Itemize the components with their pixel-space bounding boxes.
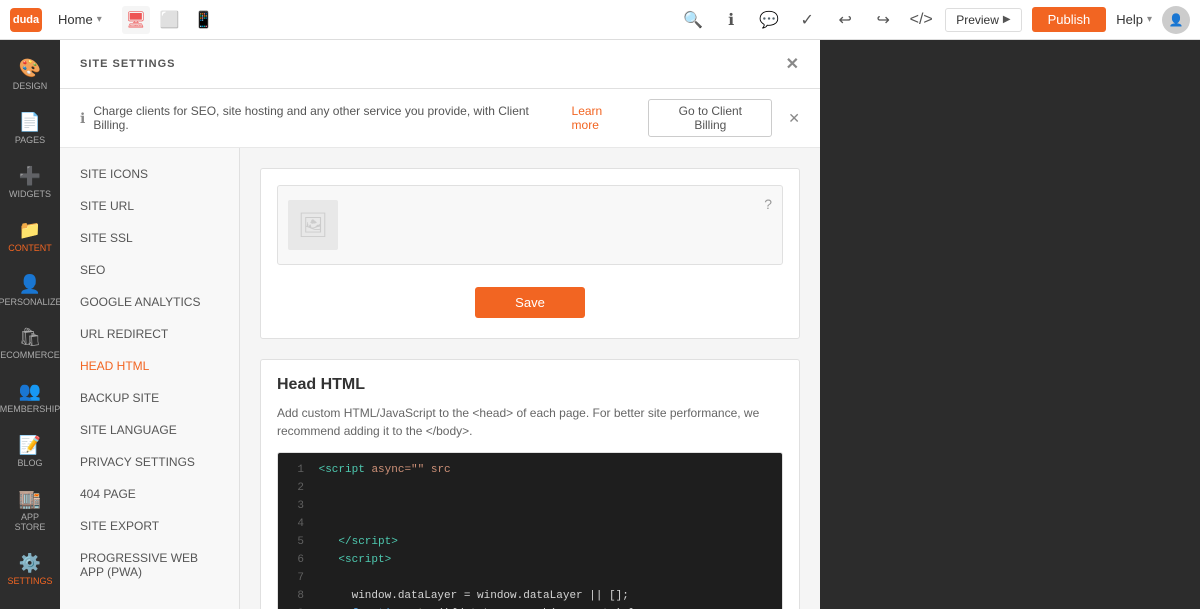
topbar: duda Home ▾ 🖥 ⬜ 📱 🔍 ℹ 💬 ✓ ↩ ↪ </> Previe…: [0, 0, 1200, 40]
nav-backup-site[interactable]: BACKUP SITE: [60, 382, 239, 414]
redo-icon[interactable]: ↪: [869, 6, 897, 34]
learn-more-link[interactable]: Learn more: [572, 104, 633, 132]
head-html-section: Head HTML Add custom HTML/JavaScript to …: [260, 359, 800, 609]
mobile-icon[interactable]: 📱: [190, 6, 218, 34]
main-layout: 🎨 DESIGN 📄 PAGES ➕ WIDGETS 📁 CONTENT 👤 P…: [0, 40, 1200, 609]
nav-site-ssl[interactable]: SITE SSL: [60, 222, 239, 254]
blog-icon: 📝: [19, 435, 41, 456]
nav-site-url[interactable]: SITE URL: [60, 190, 239, 222]
settings-panel: SITE SETTINGS ✕ ℹ Charge clients for SEO…: [60, 40, 820, 609]
content-icon: 📁: [19, 220, 41, 241]
help-chevron-icon: ▾: [1147, 14, 1152, 25]
panel-area: SITE SETTINGS ✕ ℹ Charge clients for SEO…: [60, 40, 820, 609]
sidebar-item-appstore-label: APP STORE: [7, 513, 53, 533]
sidebar-item-ecommerce-label: ECOMMERCE: [0, 351, 60, 361]
sidebar-item-widgets[interactable]: ➕ WIDGETS: [3, 158, 57, 208]
home-dropdown[interactable]: Home ▾: [50, 8, 110, 31]
line-numbers: 12345 678910 1112131415 1617181920 21222…: [278, 453, 308, 609]
settings-main: 🖼 ? Save Head HTML Add custom HTML/JavaS…: [240, 148, 820, 609]
site-icons-save-row: Save: [277, 277, 783, 322]
preview-button[interactable]: Preview ▶: [945, 8, 1021, 32]
duda-logo: duda: [10, 8, 42, 32]
nav-pwa[interactable]: PROGRESSIVE WEB APP (PWA): [60, 542, 239, 588]
sidebar-item-blog-label: BLOG: [17, 459, 42, 469]
home-label: Home: [58, 12, 93, 27]
tablet-icon[interactable]: ⬜: [156, 6, 184, 34]
code-icon[interactable]: </>: [907, 6, 935, 34]
personalize-icon: 👤: [19, 274, 41, 295]
info-icon[interactable]: ℹ: [717, 6, 745, 34]
ecommerce-icon: 🛍: [19, 327, 42, 348]
sidebar-item-blog[interactable]: 📝 BLOG: [3, 427, 57, 477]
code-content[interactable]: <script async="" src </script> <script> …: [308, 453, 782, 609]
sidebar-item-personalize[interactable]: 👤 PERSONALIZE: [3, 266, 57, 316]
sidebar-item-design[interactable]: 🎨 DESIGN: [3, 50, 57, 100]
avatar[interactable]: 👤: [1162, 6, 1190, 34]
settings-content: SITE ICONS SITE URL SITE SSL SEO GOOGLE …: [60, 148, 820, 609]
settings-close-icon[interactable]: ✕: [786, 54, 800, 74]
banner-close-icon[interactable]: ✕: [788, 110, 800, 127]
icon-preview-area: 🖼 ?: [277, 185, 783, 265]
billing-info-icon: ℹ: [80, 110, 85, 127]
pages-icon: 📄: [19, 112, 41, 133]
nav-url-redirect[interactable]: URL REDIRECT: [60, 318, 239, 350]
play-icon: ▶: [1003, 14, 1011, 25]
search-icon[interactable]: 🔍: [679, 6, 707, 34]
design-icon: 🎨: [19, 58, 41, 79]
sidebar-item-settings[interactable]: ⚙️ SETTINGS: [3, 545, 57, 595]
sidebar-item-design-label: DESIGN: [13, 82, 48, 92]
help-question-icon[interactable]: ?: [764, 196, 772, 212]
left-sidebar: 🎨 DESIGN 📄 PAGES ➕ WIDGETS 📁 CONTENT 👤 P…: [0, 40, 60, 609]
site-icons-section: 🖼 ? Save: [260, 168, 800, 339]
sidebar-item-pages[interactable]: 📄 PAGES: [3, 104, 57, 154]
head-html-description: Add custom HTML/JavaScript to the <head>…: [277, 404, 783, 440]
sidebar-item-membership-label: MEMBERSHIP: [0, 405, 60, 415]
head-html-title: Head HTML: [277, 376, 783, 394]
sidebar-item-ecommerce[interactable]: 🛍 ECOMMERCE: [3, 319, 57, 369]
settings-icon: ⚙️: [19, 553, 41, 574]
appstore-icon: 🏬: [19, 489, 41, 510]
sidebar-item-widgets-label: WIDGETS: [9, 190, 51, 200]
desktop-icon[interactable]: 🖥: [122, 6, 150, 34]
sidebar-item-appstore[interactable]: 🏬 APP STORE: [3, 481, 57, 541]
sidebar-item-content-label: CONTENT: [8, 244, 52, 254]
sidebar-item-pages-label: PAGES: [15, 136, 45, 146]
site-icons-save-button[interactable]: Save: [475, 287, 585, 318]
nav-site-export[interactable]: SITE EXPORT: [60, 510, 239, 542]
undo-icon[interactable]: ↩: [831, 6, 859, 34]
home-chevron-icon: ▾: [97, 14, 102, 25]
nav-404-page[interactable]: 404 PAGE: [60, 478, 239, 510]
device-icons: 🖥 ⬜ 📱: [122, 6, 218, 34]
help-label: Help: [1116, 12, 1143, 27]
nav-seo[interactable]: SEO: [60, 254, 239, 286]
nav-site-icons[interactable]: SITE ICONS: [60, 158, 239, 190]
billing-banner: ℹ Charge clients for SEO, site hosting a…: [60, 89, 820, 148]
code-editor[interactable]: 12345 678910 1112131415 1617181920 21222…: [277, 452, 783, 609]
favicon-placeholder: 🖼: [288, 200, 338, 250]
publish-button[interactable]: Publish: [1032, 7, 1107, 32]
nav-site-language[interactable]: SITE LANGUAGE: [60, 414, 239, 446]
nav-privacy-settings[interactable]: PRIVACY SETTINGS: [60, 446, 239, 478]
settings-header: SITE SETTINGS ✕: [60, 40, 820, 89]
chat-icon[interactable]: 💬: [755, 6, 783, 34]
settings-nav: SITE ICONS SITE URL SITE SSL SEO GOOGLE …: [60, 148, 240, 609]
code-area[interactable]: 12345 678910 1112131415 1617181920 21222…: [278, 453, 782, 609]
billing-text: Charge clients for SEO, site hosting and…: [93, 104, 563, 132]
settings-title: SITE SETTINGS: [80, 58, 176, 70]
topbar-actions: 🔍 ℹ 💬 ✓ ↩ ↪ </> Preview ▶ Publish Help ▾…: [679, 6, 1190, 34]
preview-label: Preview: [956, 13, 999, 27]
sidebar-item-membership[interactable]: 👥 MEMBERSHIP: [3, 373, 57, 423]
go-client-billing-button[interactable]: Go to Client Billing: [648, 99, 772, 137]
check-icon[interactable]: ✓: [793, 6, 821, 34]
nav-head-html[interactable]: HEAD HTML: [60, 350, 239, 382]
sidebar-item-settings-label: SETTINGS: [7, 577, 52, 587]
nav-google-analytics[interactable]: GOOGLE ANALYTICS: [60, 286, 239, 318]
sidebar-item-personalize-label: PERSONALIZE: [0, 298, 62, 308]
membership-icon: 👥: [19, 381, 41, 402]
widgets-icon: ➕: [19, 166, 41, 187]
help-button[interactable]: Help ▾: [1116, 12, 1152, 27]
sidebar-item-content[interactable]: 📁 CONTENT: [3, 212, 57, 262]
